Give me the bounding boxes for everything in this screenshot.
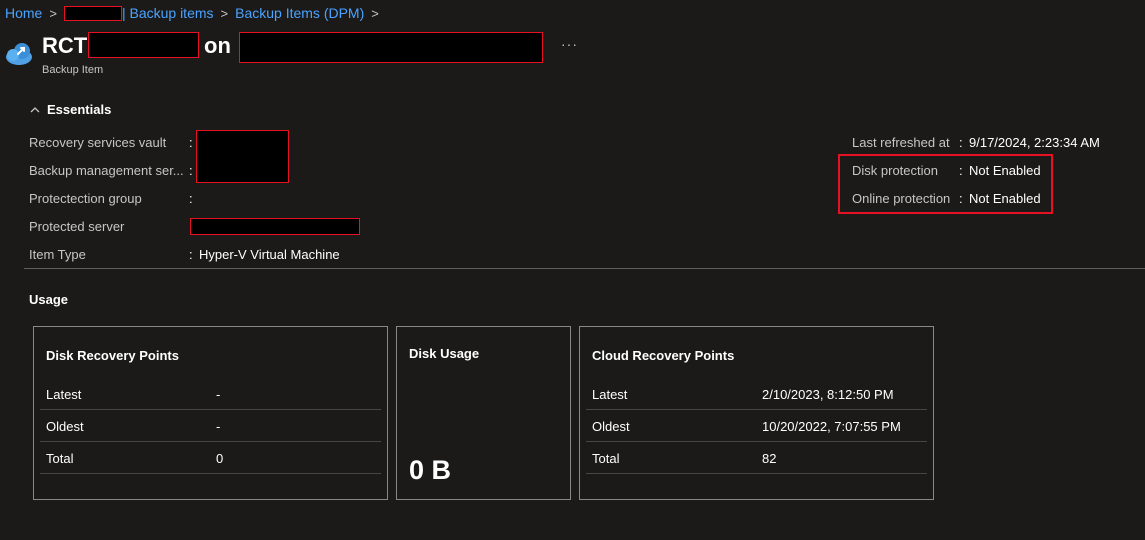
prop-colon: : <box>189 163 193 178</box>
chevron-right-icon: > <box>49 5 57 21</box>
chevron-right-icon: > <box>220 5 229 21</box>
redacted-item-name <box>88 32 199 58</box>
protection-status-highlight <box>838 154 1053 214</box>
prop-colon: : <box>189 135 193 150</box>
breadcrumb-backup-items-dpm[interactable]: Backup Items (DPM) <box>235 5 364 21</box>
prop-colon: : <box>189 247 193 262</box>
row-value: 82 <box>762 451 777 466</box>
row-label: Total <box>46 451 74 466</box>
row-value: 0 <box>216 451 224 466</box>
row-label: Total <box>592 451 620 466</box>
chevron-right-icon: > <box>371 5 379 21</box>
page-title-prefix: RCT <box>42 33 88 58</box>
redacted-server-name <box>239 32 543 63</box>
breadcrumb: Home > | Backup items > Backup Items (DP… <box>5 4 386 22</box>
row-label: Latest <box>592 387 628 402</box>
prop-colon: : <box>189 191 193 206</box>
redacted-breadcrumb-item <box>63 5 122 21</box>
table-row: Oldest - <box>40 410 381 442</box>
usage-section-title: Usage <box>29 292 69 307</box>
backup-cloud-icon <box>6 43 32 65</box>
breadcrumb-backup-items[interactable]: | Backup items <box>122 5 214 21</box>
card-title: Cloud Recovery Points <box>592 348 735 363</box>
row-value: - <box>216 387 221 402</box>
prop-label-protection-group: Protectection group <box>29 191 142 206</box>
chevron-up-icon <box>30 106 40 112</box>
row-label: Oldest <box>592 419 630 434</box>
prop-label-last-refreshed: Last refreshed at <box>852 135 950 150</box>
cloud-recovery-points-card[interactable]: Cloud Recovery Points Latest 2/10/2023, … <box>579 326 934 500</box>
essentials-toggle[interactable]: Essentials <box>29 102 111 117</box>
row-label: Oldest <box>46 419 84 434</box>
prop-colon: : <box>959 135 963 150</box>
row-value: - <box>216 419 221 434</box>
prop-label-backup-management-server: Backup management ser... <box>29 163 184 178</box>
essentials-label: Essentials <box>47 102 112 117</box>
row-label: Latest <box>46 387 82 402</box>
table-row: Latest 2/10/2023, 8:12:50 PM <box>586 378 927 410</box>
disk-recovery-points-card[interactable]: Disk Recovery Points Latest - Oldest - T… <box>33 326 388 500</box>
page-title-on: on <box>204 33 231 58</box>
row-value: 2/10/2023, 8:12:50 PM <box>762 387 894 402</box>
prop-label-item-type: Item Type <box>29 247 86 262</box>
prop-label-recovery-vault: Recovery services vault <box>29 135 167 150</box>
section-divider <box>24 268 1145 269</box>
row-value: 10/20/2022, 7:07:55 PM <box>762 419 901 434</box>
table-row: Total 82 <box>586 442 927 474</box>
card-title: Disk Usage <box>409 346 480 361</box>
disk-usage-card[interactable]: Disk Usage 0 B <box>396 326 571 500</box>
prop-label-protected-server: Protected server <box>29 219 125 234</box>
table-row: Latest - <box>40 378 381 410</box>
page-subtitle: Backup Item <box>42 64 104 76</box>
prop-value-last-refreshed: 9/17/2024, 2:23:34 AM <box>969 135 1100 150</box>
table-row: Oldest 10/20/2022, 7:07:55 PM <box>586 410 927 442</box>
redacted-protected-server <box>190 218 360 235</box>
card-title: Disk Recovery Points <box>46 348 179 363</box>
more-actions-button[interactable]: ··· <box>561 36 578 52</box>
disk-usage-value: 0 B <box>409 455 452 485</box>
prop-value-item-type: Hyper-V Virtual Machine <box>199 247 340 262</box>
redacted-vault-and-server <box>196 130 289 183</box>
table-row: Total 0 <box>40 442 381 474</box>
breadcrumb-home[interactable]: Home <box>5 5 42 21</box>
